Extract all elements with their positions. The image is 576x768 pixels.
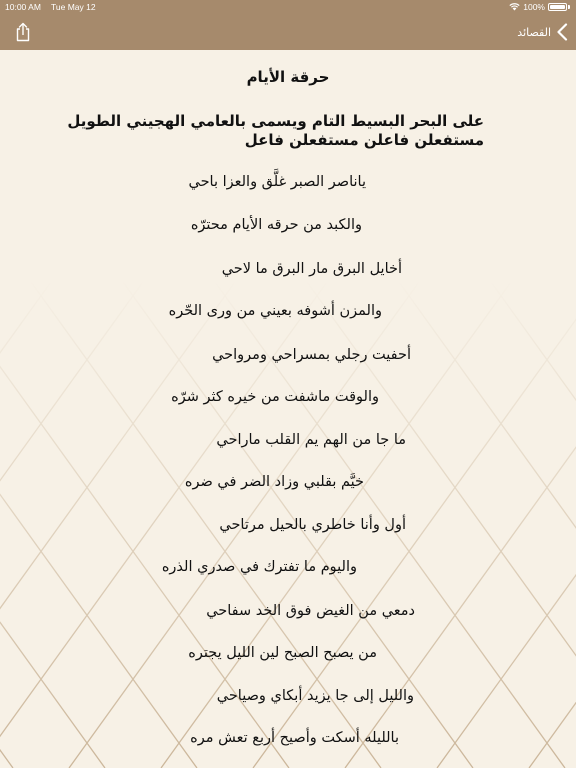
status-date: Tue May 12 — [51, 2, 96, 12]
status-time: 10:00 AM — [5, 2, 41, 12]
poem-content: حرقة الأيام على البحر البسيط التام ويسمى… — [0, 50, 576, 768]
verse-line: من يصبح الصبح لين الليل يجتره — [188, 645, 377, 661]
verse-line: أحفيت رجلي بمسراحي ومرواحي — [212, 347, 411, 363]
meter-line-2: مستفعلن فاعلن مستفعلن فاعل — [244, 131, 484, 149]
chevron-left-icon — [557, 23, 568, 41]
verse-line: ياناصر الصبر غلَّق والعزا باحي — [188, 174, 366, 190]
verse-line: والوقت ماشفت من خيره كثر شرّه — [171, 389, 379, 405]
navigation-bar: القصائد — [0, 14, 576, 50]
verse-line: ما جا من الهم يم القلب ماراحي — [216, 432, 406, 448]
verse-line: أخايل البرق مار البرق ما لاحي — [221, 261, 402, 277]
battery-percent: 100% — [523, 2, 545, 12]
verse-line: خيَّم بقلبي وزاد الضر في ضره — [184, 474, 364, 490]
share-icon — [16, 22, 30, 42]
verse-line: والمزن أشوفه بعيني من ورى الحّره — [168, 303, 382, 319]
wifi-icon — [509, 3, 520, 11]
meter-line-1: على البحر البسيط التام ويسمى بالعامي اله… — [67, 112, 484, 130]
verse-line: بالليله أسكت وأصيح أربع تعش مره — [190, 730, 399, 746]
verse-line: والكبد من حرقه الأيام محترّه — [190, 217, 362, 233]
poem-title: حرقة الأيام — [246, 68, 330, 86]
poem-meter: على البحر البسيط التام ويسمى بالعامي اله… — [67, 112, 484, 150]
verse-line: والليل إلى جا يزيد أبكاي وصياحي — [216, 688, 414, 704]
battery-tip — [568, 5, 570, 9]
verse-line: أول وأنا خاطري بالحيل مرتاحي — [219, 517, 406, 533]
status-bar: 10:00 AM Tue May 12 100% — [0, 0, 576, 14]
status-right: 100% — [509, 2, 570, 12]
back-label: القصائد — [517, 25, 551, 39]
share-button[interactable] — [12, 21, 34, 43]
verse-line: دمعي من الغيض فوق الخد سفاحي — [206, 603, 415, 619]
verse-line: واليوم ما تفترك في صدري الذره — [161, 559, 357, 575]
back-button[interactable]: القصائد — [517, 21, 568, 43]
battery-icon — [548, 3, 567, 11]
